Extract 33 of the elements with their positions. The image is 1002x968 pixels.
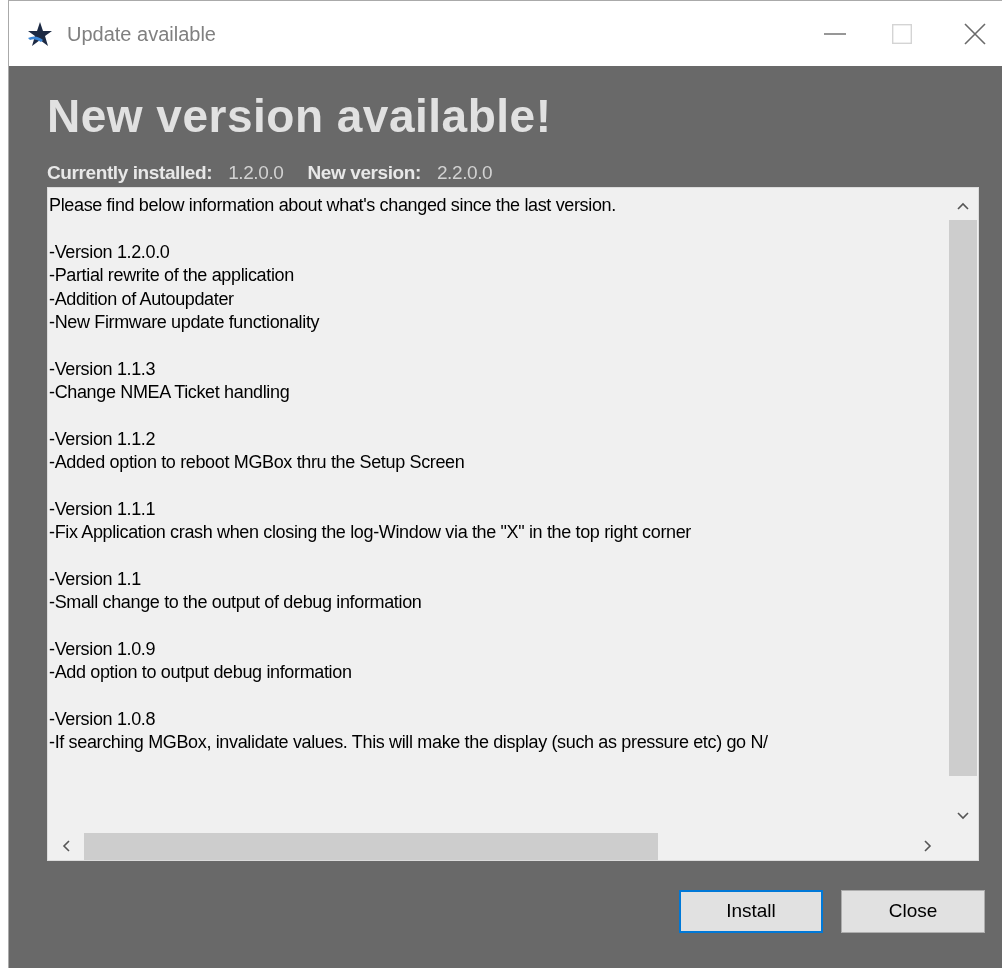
scrollbar-thumb[interactable] (84, 832, 658, 860)
version-value: 1.2.0.0 (228, 160, 284, 185)
changelog-line: Please find below information about what's changed since the last version. (49, 194, 616, 217)
changelog-line: -Add option to output debug information (49, 661, 352, 684)
changelog-line: -If searching MGBox, invalidate values. This will make the display (such as pressure etc) go N/ (49, 731, 768, 754)
scrollbar-thumb[interactable] (948, 220, 977, 776)
scroll-right-icon[interactable] (924, 840, 932, 852)
changelog-line: -Version 1.0.8 (49, 707, 156, 731)
changelog-line: -Version 1.1.1 (49, 497, 156, 521)
changelog-line: -Version 1.0.9 (49, 637, 156, 661)
scroll-up-icon[interactable] (956, 202, 969, 210)
changelog-line: -Change NMEA Ticket handling (49, 381, 290, 404)
changelog-line: -Partial rewrite of the application (49, 264, 294, 287)
scroll-down-icon[interactable] (956, 812, 969, 820)
changelog-line: -Added option to reboot MGBox thru the Setup Screen (49, 451, 465, 474)
version-value: 2.2.0.0 (436, 160, 493, 185)
dialog-button[interactable]: Close (841, 890, 985, 933)
changelog-line: -Version 1.1.2 (49, 427, 156, 451)
changelog-line: -Fix Application crash when closing the log-Window via the "X" in the top right corner (49, 521, 691, 544)
scroll-left-icon[interactable] (62, 840, 70, 852)
version-label: Currently installed: (47, 160, 213, 185)
changelog-line: -Small change to the output of debug information (49, 591, 422, 614)
window-title: Update available (67, 21, 216, 47)
changelog-line: -Addition of Autoupdater (49, 287, 234, 311)
changelog-line: -New Firmware update functionality (49, 311, 320, 334)
changelog-line: -Version 1.1 (49, 567, 141, 591)
dialog-button[interactable]: Install (679, 890, 823, 933)
changelog-line: -Version 1.2.0.0 (49, 240, 170, 264)
changelog-line: -Version 1.1.3 (49, 357, 156, 381)
heading: New version available! (47, 89, 553, 144)
version-label: New version: (307, 160, 421, 185)
close-icon[interactable] (964, 22, 986, 45)
star-icon (27, 20, 53, 47)
